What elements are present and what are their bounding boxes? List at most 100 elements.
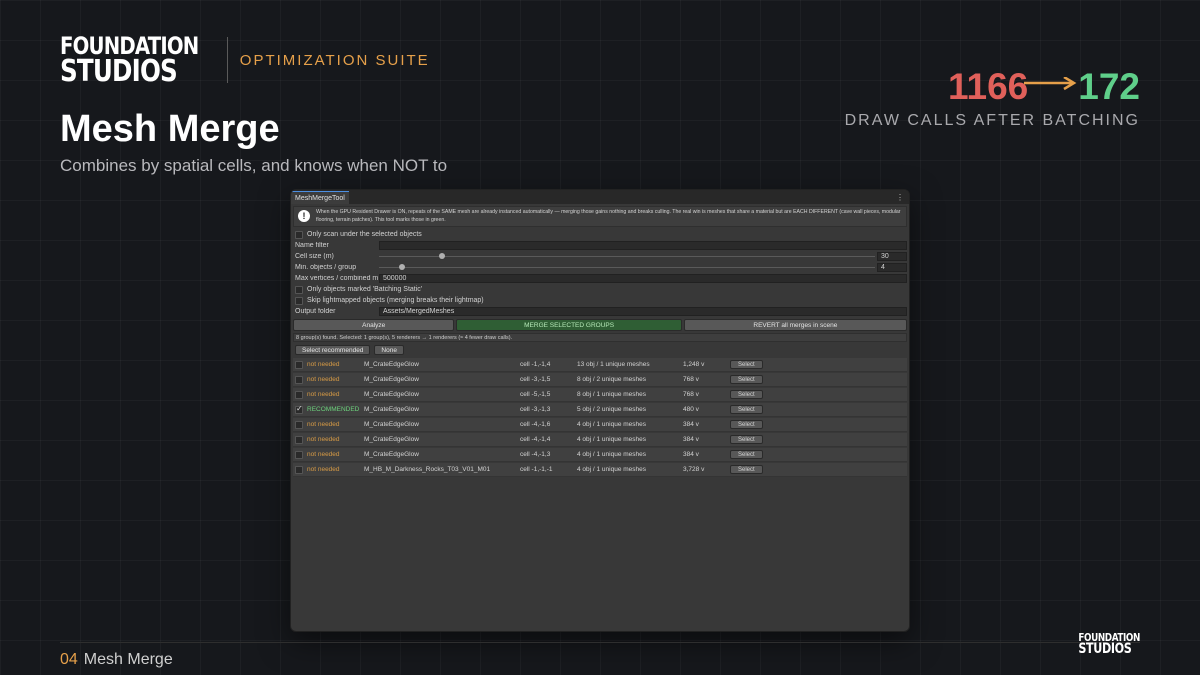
group-objects: 5 obj / 2 unique meshes [577,406,647,414]
group-checkbox[interactable] [295,404,303,414]
group-cell: cell -4,-1,3 [520,451,551,459]
group-select-button[interactable]: Select [730,390,763,400]
name-filter-row: Name filter [293,240,907,251]
group-state: not needed [307,391,340,399]
cell-size-row: Cell size (m) 30 [293,251,907,262]
max-vertices-input[interactable]: 500000 [379,274,907,284]
table-row: RECOMMENDED M_CrateEdgeGlow cell -3,-1,3 5 … [293,403,907,418]
group-objects: 8 obj / 1 unique meshes [577,391,647,399]
group-checkbox[interactable] [295,390,303,399]
min-objects-slider[interactable] [379,263,875,272]
table-row: not needed M_HB_M_Darkness_Rocks_T03_V01_… [293,463,907,478]
cell-size-label: Cell size (m) [295,253,334,261]
skip-lightmapped-row: Skip lightmapped objects (merging breaks… [293,295,907,306]
name-filter-input[interactable] [379,241,907,251]
group-material: M_CrateEdgeGlow [364,436,419,444]
group-select-button[interactable]: Select [730,420,763,430]
group-vertices: 3,728 v [683,466,705,474]
group-checkbox[interactable] [295,450,303,459]
group-vertices: 384 v [683,451,699,459]
selection-buttons: Select recommended None [293,345,907,356]
skip-lightmapped-label: Skip lightmapped objects (merging breaks… [307,297,484,305]
footer-section-title: Mesh Merge [83,651,173,668]
group-cell: cell -1,-1,-1 [520,466,553,474]
group-vertices: 384 v [683,436,699,444]
output-folder-label: Output folder [295,308,336,316]
stat-label: DRAW CALLS AFTER BATCHING [844,112,1140,129]
window-tabbar: MeshMergeTool ⋮ [291,190,909,204]
group-select-button[interactable]: Select [730,360,763,370]
suite-label: OPTIMIZATION SUITE [239,51,430,69]
group-select-button[interactable]: Select [730,375,763,385]
skip-lightmapped-checkbox[interactable] [295,296,303,305]
draw-calls-after: 172 [1078,66,1140,107]
group-state: not needed [307,361,340,369]
group-objects: 4 obj / 1 unique meshes [577,451,647,459]
group-cell: cell -4,-1,6 [520,421,551,429]
group-material: M_CrateEdgeGlow [364,451,419,459]
group-checkbox[interactable] [295,465,303,474]
group-material: M_CrateEdgeGlow [364,376,419,384]
group-objects: 4 obj / 1 unique meshes [577,466,647,474]
merge-selected-groups-button[interactable]: MERGE SELECTED GROUPS [456,319,682,332]
brand-header: FOUNDATION STUDIOS OPTIMIZATION SUITE [60,34,430,89]
group-checkbox[interactable] [295,375,303,384]
group-cell: cell -4,-1,4 [520,436,551,444]
group-select-button[interactable]: Select [730,435,763,445]
mesh-merge-tool-window: MeshMergeTool ⋮ ! When the GPU Resident … [290,189,910,632]
cell-size-input[interactable]: 30 [877,252,907,262]
group-checkbox[interactable] [295,420,303,429]
name-filter-label: Name filter [295,242,329,250]
group-material: M_CrateEdgeGlow [364,406,419,414]
min-objects-input[interactable]: 4 [877,263,907,273]
group-vertices: 768 v [683,391,699,399]
logo-line2: STUDIOS [60,53,178,89]
min-objects-label: Min. objects / group [295,264,357,272]
group-select-button[interactable]: Select [730,450,763,460]
group-material: M_CrateEdgeGlow [364,361,419,369]
group-vertices: 480 v [683,406,699,414]
draw-call-stat: 1166 172 DRAW CALLS AFTER BATCHING [845,66,1140,130]
only-scan-checkbox[interactable] [295,230,303,239]
revert-merges-button[interactable]: REVERT all merges in scene [683,319,907,332]
select-none-button[interactable]: None [374,345,404,356]
status-text: 8 group(s) found. Selected: 1 group(s), … [293,333,907,343]
group-checkbox[interactable] [295,435,303,444]
min-objects-row: Min. objects / group 4 [293,262,907,273]
table-row: not needed M_CrateEdgeGlow cell -4,-1,3 4 o… [293,448,907,463]
help-box: ! When the GPU Resident Drawer is ON, re… [293,206,907,228]
group-vertices: 768 v [683,376,699,384]
group-checkbox[interactable] [295,360,303,369]
tab-mesh-merge-tool[interactable]: MeshMergeTool [291,191,349,204]
output-folder-row: Output folder Assets/MergedMeshes [293,306,907,317]
page-subtitle: Combines by spatial cells, and knows whe… [60,156,448,175]
info-icon: ! [298,210,310,222]
logo-small-line2: STUDIOS [1078,640,1132,657]
footer-divider [60,642,1140,643]
cell-size-slider[interactable] [379,252,875,261]
min-objects-slider-knob[interactable] [398,264,405,271]
max-vertices-row: Max vertices / combined m 500000 [293,273,907,284]
table-row: not needed M_CrateEdgeGlow cell -1,-1,4 13 … [293,358,907,373]
batching-static-checkbox[interactable] [295,285,303,294]
only-scan-label: Only scan under the selected objects [307,231,422,239]
footer-section-label: 04 Mesh Merge [60,651,173,669]
table-row: not needed M_CrateEdgeGlow cell -4,-1,6 4 o… [293,418,907,433]
group-select-button[interactable]: Select [730,405,763,415]
cell-size-slider-knob[interactable] [438,253,445,260]
group-select-button[interactable]: Select [730,465,763,475]
group-objects: 8 obj / 2 unique meshes [577,376,647,384]
group-objects: 13 obj / 1 unique meshes [577,361,650,369]
group-material: M_HB_M_Darkness_Rocks_T03_V01_M01 [364,466,491,474]
batching-static-row: Only objects marked 'Batching Static' [293,284,907,295]
action-buttons: Analyze MERGE SELECTED GROUPS REVERT all… [293,319,907,332]
more-options-icon[interactable]: ⋮ [896,193,909,204]
only-scan-row: Only scan under the selected objects [293,229,907,240]
foundation-studios-logo-small: FOUNDATION STUDIOS [1063,632,1140,657]
output-folder-input[interactable]: Assets/MergedMeshes [379,307,907,317]
help-text: When the GPU Resident Drawer is ON, repe… [316,209,901,223]
analyze-button[interactable]: Analyze [293,319,455,332]
max-vertices-label: Max vertices / combined m [295,275,379,283]
select-recommended-button[interactable]: Select recommended [295,345,371,356]
page-title: Mesh Merge [60,108,280,150]
